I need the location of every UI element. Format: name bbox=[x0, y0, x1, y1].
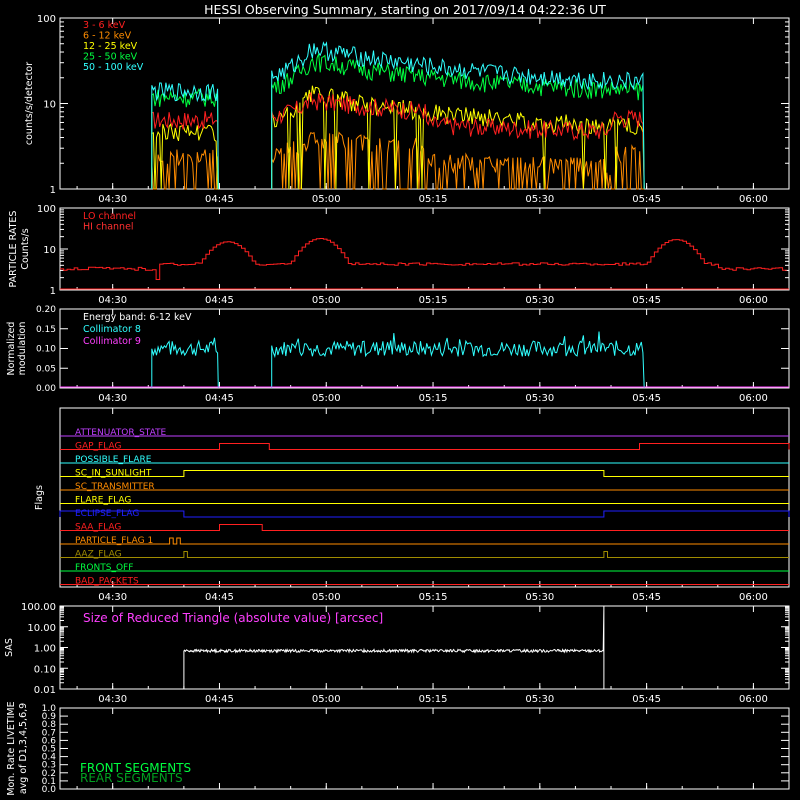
x-tick-label: 05:45 bbox=[632, 694, 661, 705]
x-tick-label: 05:15 bbox=[419, 194, 448, 205]
x-tick-label: 04:30 bbox=[98, 295, 127, 306]
hessi-summary-figure: HESSI Observing Summary, starting on 201… bbox=[4, 2, 790, 796]
y-axis-label: SAS bbox=[4, 638, 15, 657]
legend-entry: Collimator 9 bbox=[83, 336, 141, 347]
y-tick-label: 0.15 bbox=[36, 325, 56, 335]
y-tick-label: 10 bbox=[43, 245, 56, 256]
flag-line bbox=[60, 551, 789, 558]
panel-frame bbox=[59, 407, 790, 588]
legend-entry: 12 - 25 keV bbox=[83, 41, 138, 52]
legend-entry: Collimator 8 bbox=[83, 324, 141, 335]
x-tick-label: 05:45 bbox=[632, 393, 661, 404]
legend-entry: REAR SEGMENTS bbox=[80, 771, 183, 785]
legend-entry: 25 - 50 keV bbox=[83, 52, 138, 63]
x-tick-label: 06:00 bbox=[739, 592, 768, 603]
x-tick-label: 04:45 bbox=[205, 393, 234, 404]
x-tick-label: 04:30 bbox=[98, 694, 127, 705]
x-tick-label: 05:15 bbox=[419, 393, 448, 404]
series-line-collimator-8 bbox=[151, 337, 219, 389]
y-tick-label: 0.01 bbox=[34, 685, 56, 696]
y-tick-label: 0.00 bbox=[36, 384, 56, 394]
series-line-collimator-8 bbox=[271, 331, 645, 389]
x-tick-label: 04:45 bbox=[205, 694, 234, 705]
y-axis-label: PARTICLE RATES bbox=[8, 211, 19, 288]
y-axis-label: Counts/s bbox=[20, 228, 31, 269]
x-tick-label: 05:30 bbox=[525, 592, 554, 603]
y-tick-label: 1 bbox=[50, 286, 56, 297]
y-tick-label: 1.0 bbox=[42, 704, 57, 714]
legend-entry: 3 - 6 keV bbox=[83, 20, 126, 31]
y-tick-label: 1 bbox=[50, 185, 56, 196]
x-tick-label: 06:00 bbox=[739, 295, 768, 306]
x-tick-label: 05:00 bbox=[312, 194, 341, 205]
x-tick-label: 05:30 bbox=[525, 295, 554, 306]
legend-entry: LO channel bbox=[83, 211, 136, 222]
x-tick-label: 05:30 bbox=[525, 194, 554, 205]
figure-title: HESSI Observing Summary, starting on 201… bbox=[204, 2, 606, 17]
y-tick-label: 1.00 bbox=[34, 644, 56, 655]
x-tick-label: 05:00 bbox=[312, 694, 341, 705]
flag-line bbox=[59, 510, 790, 518]
annotation: Size of Reduced Triangle (absolute value… bbox=[83, 611, 383, 625]
flag-line bbox=[60, 443, 790, 450]
legend-entry: 50 - 100 keV bbox=[83, 62, 144, 73]
x-tick-label: 06:00 bbox=[739, 694, 768, 705]
y-tick-label: 100 bbox=[37, 204, 56, 215]
x-tick-label: 04:45 bbox=[205, 592, 234, 603]
x-tick-label: 04:30 bbox=[98, 592, 127, 603]
x-tick-label: 05:15 bbox=[419, 694, 448, 705]
y-tick-label: 0.10 bbox=[34, 664, 56, 675]
y-tick-label: 10 bbox=[43, 100, 56, 111]
x-tick-label: 05:15 bbox=[419, 295, 448, 306]
y-axis-label: modulation bbox=[17, 322, 28, 376]
y-axis-label: counts/s/detector bbox=[24, 62, 35, 145]
y-axis-label: avg of D1,3,4,5,6,9 bbox=[18, 703, 29, 794]
x-tick-label: 06:00 bbox=[739, 194, 768, 205]
x-tick-label: 05:00 bbox=[312, 393, 341, 404]
series-line-6-12keV bbox=[271, 131, 645, 190]
x-tick-label: 05:45 bbox=[632, 295, 661, 306]
series-line-hi-channel bbox=[60, 238, 787, 280]
legend-entry: HI channel bbox=[83, 222, 134, 233]
x-tick-label: 05:30 bbox=[525, 393, 554, 404]
x-tick-label: 04:45 bbox=[205, 194, 234, 205]
y-axis-label: Flags bbox=[34, 485, 45, 510]
y-tick-label: 10.00 bbox=[27, 623, 56, 634]
y-tick-label: 0.10 bbox=[36, 345, 56, 355]
x-tick-label: 04:30 bbox=[98, 194, 127, 205]
x-tick-label: 04:45 bbox=[205, 295, 234, 306]
x-tick-label: 05:00 bbox=[312, 592, 341, 603]
y-tick-label: 0.20 bbox=[36, 305, 56, 315]
y-tick-label: 100 bbox=[37, 14, 56, 25]
flag-line bbox=[60, 470, 789, 477]
annotation: Energy band: 6-12 keV bbox=[83, 312, 192, 323]
x-tick-label: 05:30 bbox=[525, 694, 554, 705]
x-tick-label: 04:30 bbox=[98, 393, 127, 404]
y-axis-label: Normalized bbox=[6, 322, 17, 376]
y-axis-label: Mon. Rate LIVETIME bbox=[6, 701, 17, 795]
x-tick-label: 05:15 bbox=[419, 592, 448, 603]
x-tick-label: 05:45 bbox=[632, 592, 661, 603]
x-tick-label: 05:00 bbox=[312, 295, 341, 306]
flag-line bbox=[60, 524, 789, 531]
x-tick-label: 05:45 bbox=[632, 194, 661, 205]
panel-frame bbox=[59, 207, 790, 291]
x-tick-label: 06:00 bbox=[739, 393, 768, 404]
flag-line bbox=[60, 537, 789, 545]
y-tick-label: 0.05 bbox=[36, 364, 56, 374]
legend-entry: 6 - 12 keV bbox=[83, 31, 132, 42]
y-tick-label: 100.00 bbox=[21, 602, 56, 613]
